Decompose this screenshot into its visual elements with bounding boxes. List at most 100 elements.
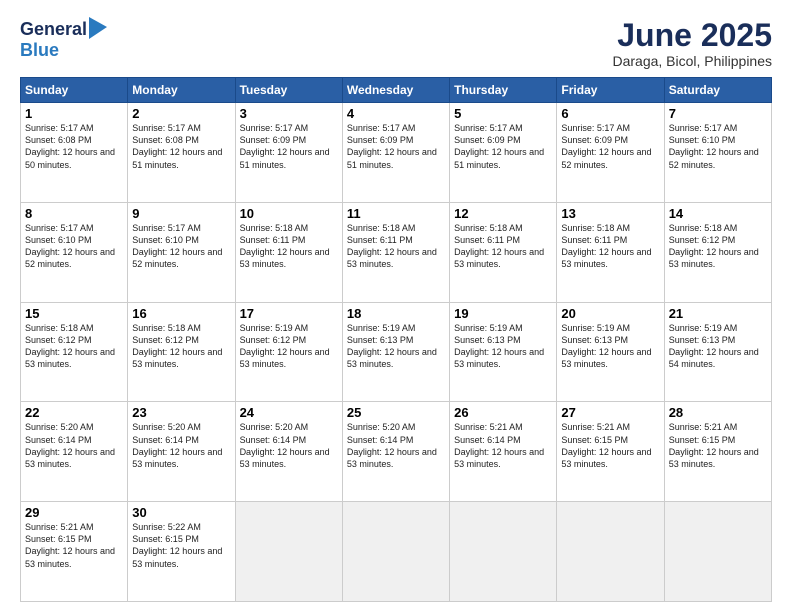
calendar-cell: 17 Sunrise: 5:19 AMSunset: 6:12 PMDaylig… [235,302,342,402]
day-number: 3 [240,106,338,121]
day-info: Sunrise: 5:20 AMSunset: 6:14 PMDaylight:… [25,422,115,468]
month-title: June 2025 [612,18,772,53]
col-sunday: Sunday [21,78,128,103]
day-number: 8 [25,206,123,221]
calendar-week-2: 8 Sunrise: 5:17 AMSunset: 6:10 PMDayligh… [21,202,772,302]
day-info: Sunrise: 5:20 AMSunset: 6:14 PMDaylight:… [347,422,437,468]
calendar-cell: 30 Sunrise: 5:22 AMSunset: 6:15 PMDaylig… [128,502,235,602]
calendar-week-1: 1 Sunrise: 5:17 AMSunset: 6:08 PMDayligh… [21,103,772,203]
day-info: Sunrise: 5:17 AMSunset: 6:09 PMDaylight:… [347,123,437,169]
day-info: Sunrise: 5:19 AMSunset: 6:13 PMDaylight:… [561,323,651,369]
calendar-cell: 8 Sunrise: 5:17 AMSunset: 6:10 PMDayligh… [21,202,128,302]
day-info: Sunrise: 5:17 AMSunset: 6:08 PMDaylight:… [25,123,115,169]
calendar-cell [450,502,557,602]
day-number: 21 [669,306,767,321]
day-info: Sunrise: 5:19 AMSunset: 6:13 PMDaylight:… [347,323,437,369]
col-friday: Friday [557,78,664,103]
day-info: Sunrise: 5:18 AMSunset: 6:12 PMDaylight:… [25,323,115,369]
calendar-week-4: 22 Sunrise: 5:20 AMSunset: 6:14 PMDaylig… [21,402,772,502]
calendar-cell [557,502,664,602]
calendar-cell: 9 Sunrise: 5:17 AMSunset: 6:10 PMDayligh… [128,202,235,302]
logo-blue-text: Blue [20,40,59,61]
day-number: 4 [347,106,445,121]
day-number: 1 [25,106,123,121]
calendar-cell [235,502,342,602]
logo: General Blue [20,18,107,61]
day-info: Sunrise: 5:17 AMSunset: 6:08 PMDaylight:… [132,123,222,169]
calendar-cell: 27 Sunrise: 5:21 AMSunset: 6:15 PMDaylig… [557,402,664,502]
day-number: 24 [240,405,338,420]
day-number: 27 [561,405,659,420]
day-info: Sunrise: 5:21 AMSunset: 6:15 PMDaylight:… [25,522,115,568]
day-number: 16 [132,306,230,321]
day-number: 26 [454,405,552,420]
page: General Blue June 2025 Daraga, Bicol, Ph… [0,0,792,612]
day-info: Sunrise: 5:21 AMSunset: 6:15 PMDaylight:… [561,422,651,468]
title-block: June 2025 Daraga, Bicol, Philippines [612,18,772,69]
col-tuesday: Tuesday [235,78,342,103]
calendar-cell: 21 Sunrise: 5:19 AMSunset: 6:13 PMDaylig… [664,302,771,402]
day-number: 18 [347,306,445,321]
calendar-cell: 24 Sunrise: 5:20 AMSunset: 6:14 PMDaylig… [235,402,342,502]
day-number: 13 [561,206,659,221]
location: Daraga, Bicol, Philippines [612,53,772,69]
day-number: 2 [132,106,230,121]
day-info: Sunrise: 5:17 AMSunset: 6:10 PMDaylight:… [132,223,222,269]
day-info: Sunrise: 5:19 AMSunset: 6:13 PMDaylight:… [669,323,759,369]
calendar-cell: 25 Sunrise: 5:20 AMSunset: 6:14 PMDaylig… [342,402,449,502]
calendar-cell: 20 Sunrise: 5:19 AMSunset: 6:13 PMDaylig… [557,302,664,402]
day-number: 23 [132,405,230,420]
calendar-table: Sunday Monday Tuesday Wednesday Thursday… [20,77,772,602]
day-number: 12 [454,206,552,221]
calendar-cell: 15 Sunrise: 5:18 AMSunset: 6:12 PMDaylig… [21,302,128,402]
col-saturday: Saturday [664,78,771,103]
day-number: 5 [454,106,552,121]
calendar-week-5: 29 Sunrise: 5:21 AMSunset: 6:15 PMDaylig… [21,502,772,602]
header: General Blue June 2025 Daraga, Bicol, Ph… [20,18,772,69]
calendar-cell: 2 Sunrise: 5:17 AMSunset: 6:08 PMDayligh… [128,103,235,203]
col-monday: Monday [128,78,235,103]
day-info: Sunrise: 5:18 AMSunset: 6:12 PMDaylight:… [669,223,759,269]
calendar-cell: 14 Sunrise: 5:18 AMSunset: 6:12 PMDaylig… [664,202,771,302]
calendar-cell: 10 Sunrise: 5:18 AMSunset: 6:11 PMDaylig… [235,202,342,302]
calendar-cell [342,502,449,602]
calendar-cell: 13 Sunrise: 5:18 AMSunset: 6:11 PMDaylig… [557,202,664,302]
day-number: 30 [132,505,230,520]
calendar-cell: 19 Sunrise: 5:19 AMSunset: 6:13 PMDaylig… [450,302,557,402]
day-info: Sunrise: 5:17 AMSunset: 6:09 PMDaylight:… [561,123,651,169]
day-info: Sunrise: 5:21 AMSunset: 6:15 PMDaylight:… [669,422,759,468]
calendar-cell: 5 Sunrise: 5:17 AMSunset: 6:09 PMDayligh… [450,103,557,203]
calendar-cell [664,502,771,602]
day-number: 6 [561,106,659,121]
day-number: 25 [347,405,445,420]
day-number: 7 [669,106,767,121]
day-number: 11 [347,206,445,221]
calendar-cell: 6 Sunrise: 5:17 AMSunset: 6:09 PMDayligh… [557,103,664,203]
day-number: 10 [240,206,338,221]
day-number: 14 [669,206,767,221]
day-number: 17 [240,306,338,321]
day-info: Sunrise: 5:17 AMSunset: 6:09 PMDaylight:… [240,123,330,169]
day-number: 28 [669,405,767,420]
day-number: 29 [25,505,123,520]
calendar-cell: 4 Sunrise: 5:17 AMSunset: 6:09 PMDayligh… [342,103,449,203]
day-info: Sunrise: 5:22 AMSunset: 6:15 PMDaylight:… [132,522,222,568]
day-info: Sunrise: 5:20 AMSunset: 6:14 PMDaylight:… [240,422,330,468]
col-thursday: Thursday [450,78,557,103]
calendar-cell: 18 Sunrise: 5:19 AMSunset: 6:13 PMDaylig… [342,302,449,402]
calendar-cell: 1 Sunrise: 5:17 AMSunset: 6:08 PMDayligh… [21,103,128,203]
day-info: Sunrise: 5:18 AMSunset: 6:12 PMDaylight:… [132,323,222,369]
calendar-cell: 12 Sunrise: 5:18 AMSunset: 6:11 PMDaylig… [450,202,557,302]
calendar-cell: 22 Sunrise: 5:20 AMSunset: 6:14 PMDaylig… [21,402,128,502]
calendar-cell: 23 Sunrise: 5:20 AMSunset: 6:14 PMDaylig… [128,402,235,502]
col-wednesday: Wednesday [342,78,449,103]
calendar-cell: 28 Sunrise: 5:21 AMSunset: 6:15 PMDaylig… [664,402,771,502]
day-info: Sunrise: 5:21 AMSunset: 6:14 PMDaylight:… [454,422,544,468]
day-info: Sunrise: 5:18 AMSunset: 6:11 PMDaylight:… [561,223,651,269]
calendar-cell: 26 Sunrise: 5:21 AMSunset: 6:14 PMDaylig… [450,402,557,502]
calendar-cell: 29 Sunrise: 5:21 AMSunset: 6:15 PMDaylig… [21,502,128,602]
day-number: 20 [561,306,659,321]
calendar-cell: 3 Sunrise: 5:17 AMSunset: 6:09 PMDayligh… [235,103,342,203]
logo-general-text: General [20,19,87,40]
calendar-cell: 11 Sunrise: 5:18 AMSunset: 6:11 PMDaylig… [342,202,449,302]
